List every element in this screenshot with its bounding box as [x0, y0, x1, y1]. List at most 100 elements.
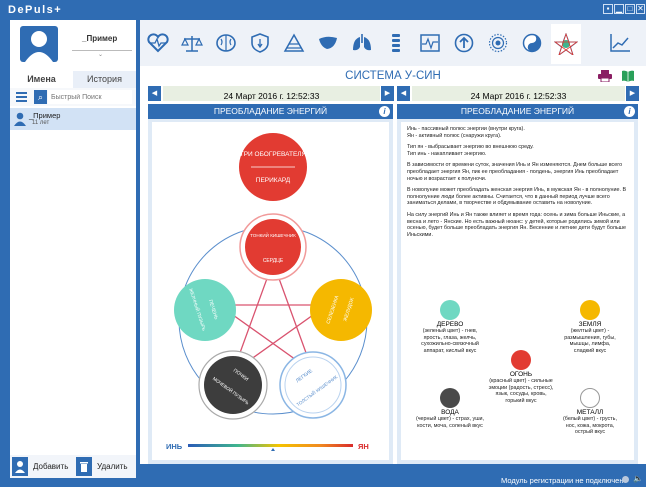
- right-next-date-button[interactable]: ▶: [626, 86, 639, 101]
- earth-name: ЗЕМЛЯ: [578, 321, 602, 328]
- yin-label: ИНЬ: [166, 442, 183, 451]
- desc-line: Тип ян - выбрасывает энергию во внешнюю …: [407, 144, 534, 151]
- description-text: Инь - пассивный полюс энергии (внутри кр…: [407, 126, 629, 238]
- sun-circle-icon[interactable]: [483, 26, 513, 60]
- scales-icon[interactable]: [177, 26, 207, 60]
- yin-yang-scale: ИНЬ ЯН: [166, 442, 369, 451]
- profile-dropdown-icon[interactable]: ⌄: [98, 51, 103, 58]
- ecg-chart-icon[interactable]: [415, 26, 445, 60]
- connection-indicator-icon: [622, 476, 629, 483]
- maximize-button[interactable]: □: [625, 4, 635, 14]
- sidebar-actions: Добавить Удалить: [10, 455, 136, 478]
- brain-icon[interactable]: [211, 26, 241, 60]
- water-name: ВОДА: [441, 409, 459, 416]
- element-top-circle: ТРИ ОБОГРЕВАТЕЛЯ ПЕРИКАРД: [239, 133, 307, 201]
- desc-line: В новолуние может преобладать женская эн…: [407, 187, 627, 207]
- small-intestine-label: ТОНКИЙ КИШЕЧНИК: [250, 231, 296, 238]
- desc-line: Инь - пассивный полюс энергии (внутри кр…: [407, 126, 525, 132]
- wu-xing-diagram: ТРИ ОБОГРЕВАТЕЛЯ ПЕРИКАРД ТОНКИЙ КИШЕЧНИ…: [166, 133, 372, 451]
- user-icon: [14, 112, 26, 126]
- right-prev-date-button[interactable]: ◀: [397, 86, 410, 101]
- heart-label: СЕРДЦЕ: [263, 258, 284, 264]
- line-chart-icon[interactable]: [605, 26, 635, 60]
- metal-desc: (белый цвет) - грусть, нос, кожа, мокрот…: [563, 416, 617, 436]
- info-icon[interactable]: i: [624, 106, 635, 117]
- yin-yang-icon[interactable]: [517, 26, 547, 60]
- minimize-button[interactable]: ▁: [614, 4, 624, 14]
- module-toolbar: [140, 20, 646, 66]
- description-area: Инь - пассивный полюс энергии (внутри кр…: [401, 122, 634, 460]
- element-water-circle: ПОЧКИ МОЧЕВОЙ ПУЗЫРЬ: [198, 350, 268, 420]
- fire-swatch: [511, 350, 531, 370]
- element-legend-water: ВОДА (черный цвет) - страх, уши, кости, …: [415, 388, 485, 429]
- add-user-icon: [12, 457, 28, 476]
- profile-card: _Пример ⌄: [10, 20, 136, 68]
- desc-line: На силу энергий Инь и Ян также влияет и …: [407, 211, 627, 238]
- right-panel: ПРЕОБЛАДАНИЕ ЭНЕРГИЙ i Инь - пассивный п…: [397, 104, 638, 464]
- title-bar: DePuls+ ▪ ▁ □ ✕: [0, 0, 646, 20]
- wood-swatch: [440, 300, 460, 320]
- registration-status: Модуль регистрации не подключен: [501, 476, 624, 485]
- search-input[interactable]: [48, 90, 132, 104]
- delete-user-label: Удалить: [97, 462, 128, 471]
- spine-icon[interactable]: [381, 26, 411, 60]
- element-metal-circle: ЛЕГКИЕ ТОЛСТЫЙ КИШЕЧНИК: [279, 351, 347, 419]
- right-panel-header: ПРЕОБЛАДАНИЕ ЭНЕРГИЙ: [397, 104, 638, 119]
- print-icon[interactable]: [598, 69, 612, 83]
- left-next-date-button[interactable]: ▶: [381, 86, 394, 101]
- earth-desc: (желтый цвет) - размышления, губы, мышцы…: [564, 328, 616, 354]
- left-panel-header: ПРЕОБЛАДАНИЕ ЭНЕРГИЙ: [148, 104, 393, 119]
- left-prev-date-button[interactable]: ◀: [148, 86, 161, 101]
- diagram-area: ТРИ ОБОГРЕВАТЕЛЯ ПЕРИКАРД ТОНКИЙ КИШЕЧНИ…: [152, 122, 389, 460]
- page-title: СИСТЕМА У-СИН: [345, 70, 441, 82]
- tab-names[interactable]: Имена: [10, 71, 73, 88]
- element-earth-circle: ЖЕЛУДОК СЕЛЕЗЕНКА: [310, 279, 372, 341]
- desc-line: Ян - активный полюс (снаружи круга).: [407, 132, 502, 139]
- heart-icon[interactable]: [143, 26, 173, 60]
- left-date-bar: 24 Март 2016 г. 12:52:33: [163, 86, 380, 101]
- upload-circle-icon[interactable]: [449, 26, 479, 60]
- left-panel-title: ПРЕОБЛАДАНИЕ ЭНЕРГИЙ: [213, 106, 328, 116]
- earth-swatch: [580, 300, 600, 320]
- search-icon[interactable]: ⌕: [34, 90, 47, 104]
- right-date-bar: 24 Март 2016 г. 12:52:33: [412, 86, 625, 101]
- shield-icon[interactable]: [245, 26, 275, 60]
- fire-name: ОГОНЬ: [509, 371, 533, 378]
- pericardium-label: ПЕРИКАРД: [256, 177, 291, 184]
- sidebar-tabs: Имена История: [10, 71, 136, 88]
- list-item[interactable]: _Пример 11 лет: [10, 108, 136, 130]
- left-panel: ПРЕОБЛАДАНИЕ ЭНЕРГИЙ i ТРИ ОБОГРЕВАТЕЛЯ …: [148, 104, 393, 464]
- element-legend-earth: ЗЕМЛЯ (желтый цвет) - размышления, губы,…: [560, 300, 620, 354]
- add-user-label: Добавить: [33, 462, 69, 471]
- info-icon[interactable]: i: [379, 106, 390, 117]
- patient-age: 11 лет: [32, 120, 50, 126]
- tab-history[interactable]: История: [73, 71, 136, 88]
- delete-user-button[interactable]: Удалить: [76, 457, 134, 476]
- metal-swatch: [580, 388, 600, 408]
- metal-name: МЕТАЛЛ: [576, 409, 604, 416]
- element-legend-metal: МЕТАЛЛ (белый цвет) - грусть, нос, кожа,…: [560, 388, 620, 436]
- pentagram-icon[interactable]: [551, 24, 581, 64]
- element-fire-circle: ТОНКИЙ КИШЕЧНИК СЕРДЦЕ: [239, 213, 307, 281]
- pin-window-button[interactable]: ▪: [603, 4, 613, 14]
- desc-line: Тип инь - накапливает энергию.: [407, 150, 487, 157]
- water-swatch: [440, 388, 460, 408]
- liver-icon[interactable]: [313, 26, 343, 60]
- lungs-icon[interactable]: [347, 26, 377, 60]
- element-legend-wood: ДЕРЕВО (зеленый цвет) - гнев, ярость, гл…: [415, 300, 485, 354]
- sidebar: _Пример ⌄ Имена История ⌕ _Пример 11 лет…: [10, 20, 136, 478]
- element-wood-circle: ЖЕЛЧНЫЙ ПУЗЫРЬ ПЕЧЕНЬ: [174, 279, 236, 341]
- right-date: 24 Март 2016 г. 12:52:33: [470, 91, 567, 101]
- wood-desc: (зеленый цвет) - гнев, ярость, глаза, же…: [421, 328, 479, 354]
- add-user-button[interactable]: Добавить: [12, 457, 74, 476]
- pyramid-icon[interactable]: [279, 26, 309, 60]
- close-button[interactable]: ✕: [636, 4, 645, 14]
- main-area: СИСТЕМА У-СИН ◀ 24 Март 2016 г. 12:52:33…: [140, 66, 646, 464]
- patient-name: _Пример: [29, 111, 61, 120]
- right-panel-title: ПРЕОБЛАДАНИЕ ЭНЕРГИЙ: [460, 106, 575, 116]
- book-icon[interactable]: [621, 69, 635, 82]
- element-legend-fire: ОГОНЬ (красный цвет) - сильные эмоции (р…: [488, 350, 554, 404]
- desc-line: В зависимости от времени суток, значения…: [407, 162, 623, 182]
- volume-icon[interactable]: 🔈: [633, 474, 643, 483]
- menu-icon[interactable]: [16, 92, 27, 102]
